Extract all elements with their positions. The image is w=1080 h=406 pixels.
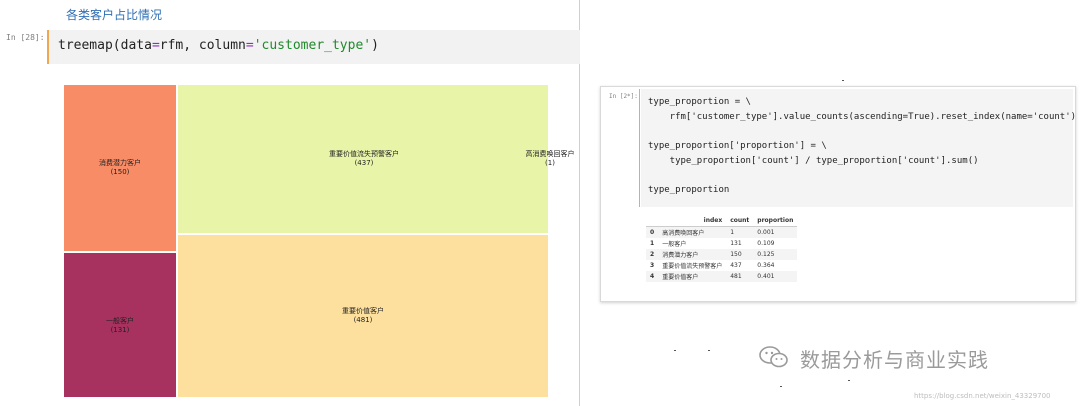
table-cell: 高消费唤回客户 (658, 226, 727, 238)
dot-mark (780, 386, 782, 387)
tile-label: 一般客户 (131) (106, 317, 134, 334)
dot-mark (842, 80, 844, 81)
row-index: 3 (650, 261, 655, 269)
code-string: 'customer_type' (253, 38, 372, 53)
dot-mark (848, 380, 850, 381)
table-cell: 一般客户 (662, 240, 687, 248)
table-cell: 消费潜力客户 (658, 248, 727, 260)
table-cell: 0.125 (753, 248, 798, 260)
code-arg: data (120, 38, 152, 53)
tile-label: 消费潜力客户 (150) (99, 159, 141, 176)
code-function: treemap (58, 38, 113, 53)
table-cell: 0.109 (757, 239, 775, 247)
table-row: 3 重要价值流失预警客户 437 0.364 (646, 260, 797, 271)
row-index: 0 (646, 226, 659, 238)
table-cell: 437 (730, 261, 742, 269)
cell-selection-bar (639, 89, 640, 207)
table-cell: 1 (726, 226, 754, 238)
treemap-tile-general: 一般客户 (131) (63, 252, 177, 398)
section-heading: 各类客户占比情况 (66, 8, 163, 22)
table-header (646, 216, 659, 227)
table-row: 2 消费潜力客户 150 0.125 (646, 248, 798, 260)
table-cell: 131 (730, 239, 742, 247)
result-table: index count proportion 0 高消费唤回客户 1 0.001… (646, 216, 798, 282)
table-cell: 0.401 (753, 270, 798, 282)
table-cell: 0.364 (757, 261, 775, 269)
table-cell: 150 (726, 248, 754, 260)
table-row: 4 重要价值客户 481 0.401 (646, 270, 798, 282)
code-line: type_proportion = \ (648, 97, 751, 107)
cell-prompt: In [28]: (6, 33, 45, 42)
code-line: type_proportion['proportion'] = \ (648, 141, 827, 151)
row-index: 1 (650, 239, 655, 247)
treemap-tile-value-churn-warning: 重要价值流失预警客户 (437) 高消费唤回客户 (1) (177, 84, 575, 234)
right-notebook-window: In [2*]: type_proportion = \ rfm['custom… (600, 86, 1076, 302)
treemap-tile-important-value: 重要价值客户 (481) (177, 234, 549, 398)
watermark-url: https://blog.csdn.net/weixin_43329700 (914, 392, 1051, 400)
watermark-title: 数据分析与商业实践 (800, 348, 989, 372)
code-line: treemap(data=rfm, column='customer_type'… (58, 38, 379, 53)
code-line: type_proportion (648, 185, 730, 195)
table-cell: 481 (726, 270, 754, 282)
table-header: index (658, 216, 727, 227)
left-notebook-pane: 各类客户占比情况 In [28]: treemap(data=rfm, colu… (0, 0, 580, 406)
table-cell: 0.001 (753, 226, 798, 238)
row-index: 4 (646, 270, 659, 282)
code-line: rfm['customer_type'].value_counts(ascend… (648, 112, 1077, 122)
cell-prompt: In [2*]: (609, 93, 638, 100)
code-line: type_proportion['count'] / type_proporti… (648, 156, 979, 166)
table-header: count (726, 216, 754, 227)
table-header-row: index count proportion (646, 216, 798, 227)
dot-mark (708, 350, 710, 351)
treemap-tile-consume-potential: 消费潜力客户 (150) (63, 84, 177, 252)
row-index: 2 (646, 248, 659, 260)
code-value: rfm (159, 38, 184, 53)
table-header: proportion (753, 216, 798, 227)
wechat-icon (759, 346, 788, 368)
table-cell: 重要价值流失预警客户 (662, 262, 723, 270)
tile-label: 重要价值客户 (481) (342, 307, 384, 324)
code-arg: column (198, 38, 246, 53)
table-row: 1 一般客户 131 0.109 (646, 238, 797, 249)
dot-mark (674, 350, 676, 351)
table-row: 0 高消费唤回客户 1 0.001 (646, 226, 798, 238)
table-cell: 重要价值客户 (658, 270, 727, 282)
